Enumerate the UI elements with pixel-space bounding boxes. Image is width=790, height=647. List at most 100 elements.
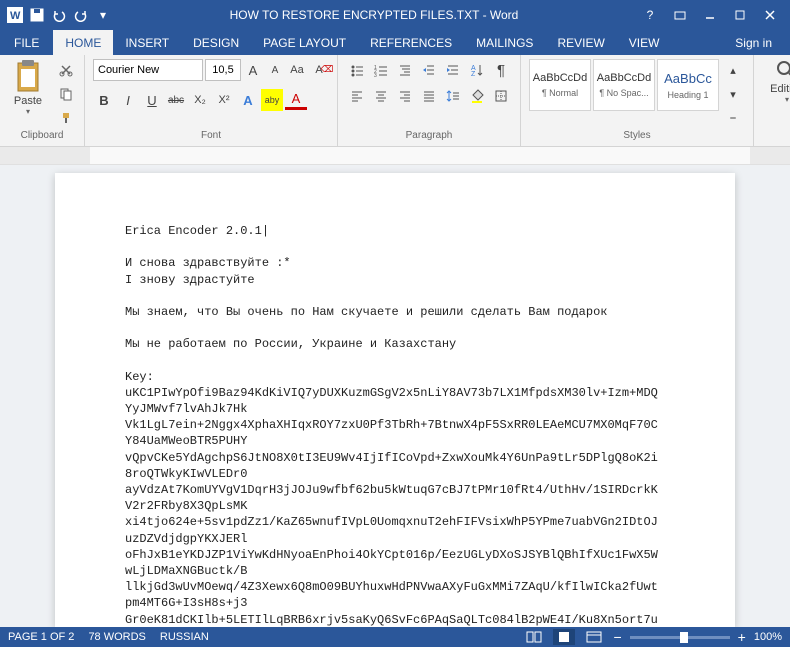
copy-icon [59, 87, 73, 101]
sign-in-link[interactable]: Sign in [727, 31, 780, 55]
read-mode-icon[interactable] [523, 629, 545, 645]
help-icon[interactable]: ? [640, 5, 660, 25]
font-size-input[interactable] [205, 59, 241, 81]
font-group-label: Font [93, 130, 329, 144]
line-spacing-button[interactable] [442, 85, 464, 107]
tab-page-layout[interactable]: PAGE LAYOUT [251, 30, 358, 55]
bucket-icon [470, 89, 484, 103]
ribbon: Paste ▾ Clipboard A A Aa A⌫ B I [0, 55, 790, 147]
qat-dropdown-icon[interactable]: ▾ [94, 6, 112, 24]
quick-access-toolbar: W ▾ [0, 6, 118, 24]
editing-button[interactable]: Editing ▾ [762, 59, 790, 104]
sort-button[interactable]: AZ [466, 59, 488, 81]
justify-button[interactable] [418, 85, 440, 107]
style-normal[interactable]: AaBbCcDd ¶ Normal [529, 59, 591, 111]
cut-icon [59, 63, 73, 77]
align-left-button[interactable] [346, 85, 368, 107]
bold-button[interactable]: B [93, 89, 115, 111]
page-indicator[interactable]: PAGE 1 OF 2 [8, 631, 74, 643]
document-body-text[interactable]: Erica Encoder 2.0.1| И снова здравствуйт… [125, 223, 665, 627]
tab-file[interactable]: FILE [0, 30, 53, 55]
align-right-icon [398, 89, 412, 103]
numbering-icon: 123 [374, 63, 388, 77]
web-layout-icon[interactable] [583, 629, 605, 645]
editing-dropdown-icon[interactable]: ▾ [785, 95, 789, 104]
ruler-right-margin [750, 147, 790, 164]
styles-scroll-up[interactable]: ▴ [723, 59, 743, 81]
window-controls: ? [630, 5, 790, 25]
brush-icon [59, 111, 73, 125]
font-name-input[interactable] [93, 59, 203, 81]
editing-group-label [762, 130, 790, 144]
horizontal-ruler[interactable] [0, 147, 790, 165]
minimize-icon[interactable] [700, 5, 720, 25]
align-right-button[interactable] [394, 85, 416, 107]
undo-icon[interactable] [50, 6, 68, 24]
tab-mailings[interactable]: MAILINGS [464, 30, 545, 55]
style-h1-name: Heading 1 [667, 90, 708, 100]
sort-icon: AZ [470, 63, 484, 77]
zoom-slider[interactable] [630, 636, 730, 639]
redo-icon[interactable] [72, 6, 90, 24]
style-heading1[interactable]: AaBbCc Heading 1 [657, 59, 719, 111]
clear-formatting-button[interactable]: A⌫ [309, 59, 329, 81]
tab-view[interactable]: VIEW [617, 30, 672, 55]
numbering-button[interactable]: 123 [370, 59, 392, 81]
tab-design[interactable]: DESIGN [181, 30, 251, 55]
underline-button[interactable]: U [141, 89, 163, 111]
grow-font-button[interactable]: A [243, 59, 263, 81]
zoom-slider-thumb[interactable] [680, 632, 688, 643]
style-no-spacing[interactable]: AaBbCcDd ¶ No Spac... [593, 59, 655, 111]
page[interactable]: Erica Encoder 2.0.1| И снова здравствуйт… [55, 173, 735, 627]
borders-button[interactable] [490, 85, 512, 107]
tab-references[interactable]: REFERENCES [358, 30, 464, 55]
shading-button[interactable] [466, 85, 488, 107]
group-editing: Editing ▾ [754, 55, 790, 146]
indent-icon [446, 63, 460, 77]
style-normal-name: ¶ Normal [542, 88, 578, 98]
subscript-button[interactable]: X₂ [189, 89, 211, 111]
cut-button[interactable] [56, 59, 76, 81]
zoom-percentage[interactable]: 100% [754, 631, 782, 643]
close-icon[interactable] [760, 5, 780, 25]
multilevel-list-button[interactable] [394, 59, 416, 81]
tab-home[interactable]: HOME [53, 30, 113, 55]
show-marks-button[interactable]: ¶ [490, 59, 512, 81]
align-center-button[interactable] [370, 85, 392, 107]
strikethrough-button[interactable]: abc [165, 89, 187, 111]
tab-review[interactable]: REVIEW [545, 30, 616, 55]
highlight-button[interactable]: aby [261, 89, 283, 111]
print-layout-icon[interactable] [553, 629, 575, 645]
decrease-indent-button[interactable] [418, 59, 440, 81]
increase-indent-button[interactable] [442, 59, 464, 81]
zoom-in-button[interactable]: + [738, 629, 746, 645]
italic-button[interactable]: I [117, 89, 139, 111]
group-styles: AaBbCcDd ¶ Normal AaBbCcDd ¶ No Spac... … [521, 55, 754, 146]
save-icon[interactable] [28, 6, 46, 24]
bullets-icon [350, 63, 364, 77]
svg-text:3: 3 [374, 73, 377, 77]
superscript-button[interactable]: X² [213, 89, 235, 111]
maximize-icon[interactable] [730, 5, 750, 25]
status-bar: PAGE 1 OF 2 78 WORDS RUSSIAN − + 100% [0, 627, 790, 647]
font-color-button[interactable]: A [285, 90, 307, 110]
styles-expand[interactable]: ⎯ [723, 107, 743, 129]
ribbon-display-icon[interactable] [670, 5, 690, 25]
copy-button[interactable] [56, 83, 76, 105]
change-case-button[interactable]: Aa [287, 59, 307, 81]
styles-scroll-down[interactable]: ▾ [723, 83, 743, 105]
bullets-button[interactable] [346, 59, 368, 81]
language-indicator[interactable]: RUSSIAN [160, 631, 209, 643]
tab-insert[interactable]: INSERT [113, 30, 181, 55]
ruler-left-margin [0, 147, 90, 164]
word-count[interactable]: 78 WORDS [88, 631, 145, 643]
format-painter-button[interactable] [56, 107, 76, 129]
style-normal-sample: AaBbCcDd [533, 72, 587, 84]
zoom-out-button[interactable]: − [613, 629, 621, 645]
title-bar: W ▾ HOW TO RESTORE ENCRYPTED FILES.TXT -… [0, 0, 790, 30]
svg-text:W: W [10, 10, 21, 22]
paste-button[interactable]: Paste ▾ [8, 59, 48, 116]
text-effects-button[interactable]: A [237, 89, 259, 111]
shrink-font-button[interactable]: A [265, 59, 285, 81]
paste-dropdown-icon[interactable]: ▾ [26, 107, 30, 116]
